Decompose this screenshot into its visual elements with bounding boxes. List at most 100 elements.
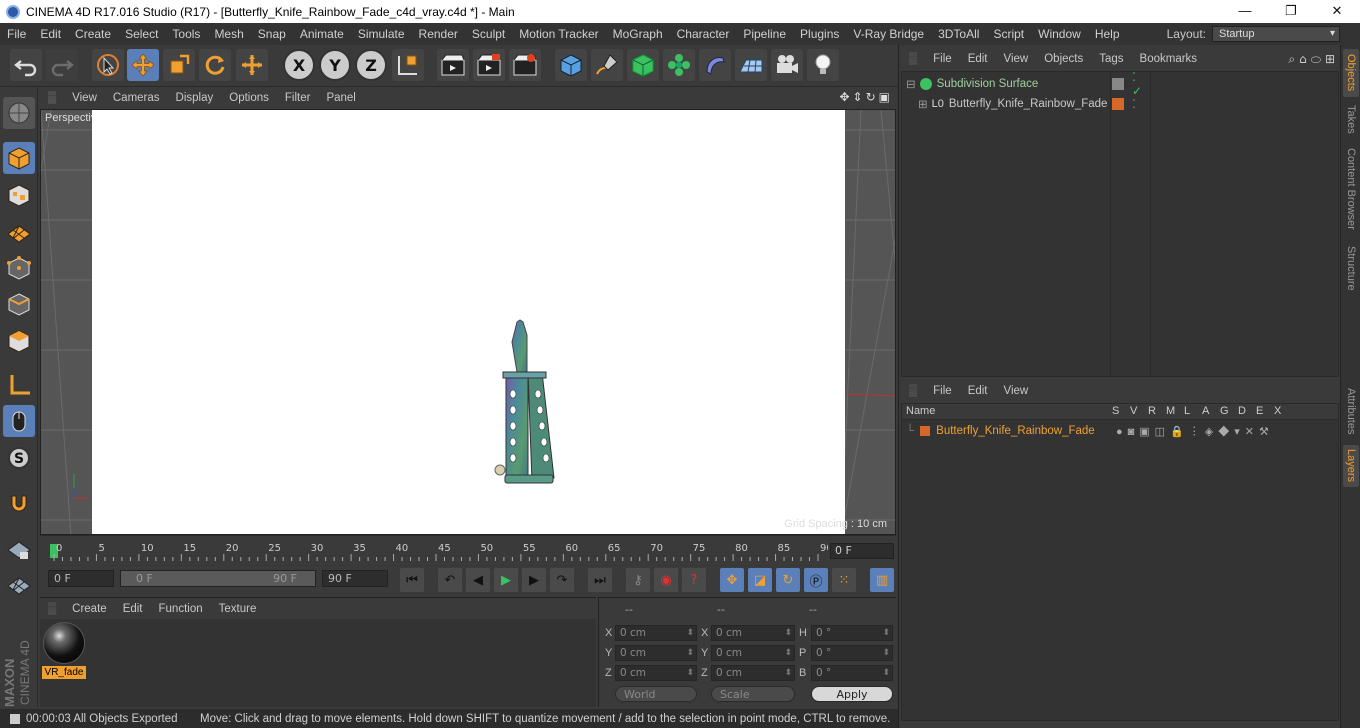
collapse-icon[interactable]: ⊟ <box>906 77 916 91</box>
material-name[interactable]: VR_fade <box>42 666 86 679</box>
play-button[interactable]: ▶ <box>494 568 518 592</box>
enabled-check-icon[interactable]: ⁚✓ <box>1132 70 1142 98</box>
key-pla-button[interactable]: ⁙ <box>832 568 856 592</box>
texture-mode-button[interactable] <box>3 179 35 211</box>
layout-select[interactable]: Startup <box>1212 26 1340 42</box>
col-deformers[interactable]: D <box>1238 405 1246 417</box>
start-frame-field[interactable]: 0 F <box>48 570 114 587</box>
minimize-button[interactable]: — <box>1222 0 1268 23</box>
scale-tool-button[interactable] <box>163 49 195 81</box>
col-animation[interactable]: A <box>1202 405 1209 417</box>
layer-menu-file[interactable]: File <box>925 385 960 397</box>
tab-content-browser[interactable]: Content Browser <box>1343 145 1359 233</box>
layer-toggle-icons[interactable]: ●◙▣◫🔒︙◈◆▾✕⚒ <box>1116 423 1274 439</box>
menu-pipeline[interactable]: Pipeline <box>736 23 793 45</box>
move-tool-button[interactable] <box>127 49 159 81</box>
viewport-move-icon[interactable]: ✥ <box>839 90 849 104</box>
col-solo[interactable]: S <box>1112 405 1119 417</box>
pos-x-field[interactable]: 0 cm <box>615 625 697 641</box>
rot-h-field[interactable]: 0 ° <box>811 625 893 641</box>
key-rotation-button[interactable]: ↻ <box>776 568 800 592</box>
layer-color-swatch[interactable] <box>1112 98 1124 110</box>
go-to-end-button[interactable]: ⏭ <box>588 568 612 592</box>
col-name[interactable]: Name <box>906 405 935 417</box>
menu-help[interactable]: Help <box>1088 23 1127 45</box>
size-mode-dropdown[interactable]: Scale <box>711 686 795 702</box>
viewport-menu-view[interactable]: View <box>64 92 105 104</box>
viewport-menu-options[interactable]: Options <box>221 92 277 104</box>
size-x-field[interactable]: 0 cm <box>711 625 795 641</box>
z-axis-button[interactable]: Z <box>355 49 387 81</box>
menu-motion-tracker[interactable]: Motion Tracker <box>512 23 605 45</box>
layer-name[interactable]: Butterfly_Knife_Rainbow_Fade <box>936 425 1095 437</box>
size-y-field[interactable]: 0 cm <box>711 645 795 661</box>
material-thumbnail[interactable] <box>43 622 85 664</box>
apply-button[interactable]: Apply <box>811 686 893 702</box>
object-row-knife[interactable]: ⊞ L0 Butterfly_Knife_Rainbow_Fade ⁚ <box>918 94 1136 114</box>
material-menu-create[interactable]: Create <box>64 603 115 615</box>
y-axis-button[interactable]: Y <box>319 49 351 81</box>
tweak-mode-button[interactable] <box>3 405 35 437</box>
render-to-picture-viewer-button[interactable] <box>473 49 505 81</box>
cloner-button[interactable] <box>663 49 695 81</box>
object-menu-edit[interactable]: Edit <box>960 53 996 65</box>
object-row-subdivision[interactable]: ⊟ Subdivision Surface ⁚✓ <box>906 70 1142 98</box>
previous-frame-button[interactable]: ◀ <box>466 568 490 592</box>
col-xrefs[interactable]: X <box>1274 405 1281 417</box>
menu-sculpt[interactable]: Sculpt <box>465 23 512 45</box>
edges-mode-button[interactable] <box>3 288 35 320</box>
workplane-mode-button[interactable] <box>3 215 35 247</box>
pos-z-field[interactable]: 0 cm <box>615 665 697 681</box>
menu-character[interactable]: Character <box>670 23 737 45</box>
keyframe-selection-button[interactable]: ? <box>682 568 706 592</box>
col-locked[interactable]: L <box>1184 405 1190 417</box>
viewport-menu-filter[interactable]: Filter <box>277 92 319 104</box>
key-parameter-button[interactable]: Ⓟ <box>804 568 828 592</box>
visibility-toggle[interactable] <box>1112 78 1124 90</box>
col-manager[interactable]: M <box>1166 405 1175 417</box>
deformer-button[interactable] <box>699 49 731 81</box>
menu-tools[interactable]: Tools <box>165 23 207 45</box>
menu-file[interactable]: File <box>0 23 33 45</box>
menu-render[interactable]: Render <box>412 23 465 45</box>
previous-key-button[interactable]: ↶ <box>438 568 462 592</box>
3d-viewport[interactable]: Perspective Grid Spacing: 10 cm <box>40 109 896 535</box>
col-visible[interactable]: V <box>1130 405 1137 417</box>
snap-button[interactable] <box>3 487 35 519</box>
viewport-rotate-icon[interactable]: ↻ <box>866 90 876 104</box>
end-frame-field[interactable]: 90 F <box>322 570 388 587</box>
enable-axis-button[interactable] <box>3 369 35 401</box>
points-mode-button[interactable] <box>3 252 35 284</box>
material-menu-texture[interactable]: Texture <box>211 603 265 615</box>
record-keys-button[interactable]: ⚷ <box>626 568 650 592</box>
material-menu-function[interactable]: Function <box>151 603 211 615</box>
maximize-button[interactable]: ❐ <box>1268 0 1314 23</box>
next-key-button[interactable]: ↷ <box>550 568 574 592</box>
object-manager-search-icon[interactable]: ⌕⌂⬭⊞ <box>1288 52 1339 67</box>
visibility-dots-icon[interactable]: ⁚ <box>1132 97 1136 111</box>
rotate-tool-button[interactable] <box>199 49 231 81</box>
object-menu-bookmarks[interactable]: Bookmarks <box>1132 53 1206 65</box>
menu-select[interactable]: Select <box>118 23 165 45</box>
menu-simulate[interactable]: Simulate <box>351 23 412 45</box>
undo-button[interactable] <box>10 49 42 81</box>
coordinate-space-dropdown[interactable]: World <box>615 686 697 702</box>
menu-animate[interactable]: Animate <box>293 23 351 45</box>
size-z-field[interactable]: 0 cm <box>711 665 795 681</box>
floor-button[interactable] <box>735 49 767 81</box>
frame-range-slider[interactable]: 0 F 90 F <box>120 570 316 587</box>
close-button[interactable]: ✕ <box>1314 0 1360 23</box>
layer-row-knife[interactable]: └ Butterfly_Knife_Rainbow_Fade ●◙▣◫🔒︙◈◆▾… <box>906 421 1269 441</box>
pos-y-field[interactable]: 0 cm <box>615 645 697 661</box>
tab-layers[interactable]: Layers <box>1343 445 1359 487</box>
redo-button[interactable] <box>46 49 78 81</box>
material-menu-edit[interactable]: Edit <box>115 603 151 615</box>
cube-object-button[interactable] <box>555 49 587 81</box>
frame-ruler[interactable]: 0 5 10 15 20 25 30 35 40 45 50 55 60 65 70 75 80 85 90 <box>48 542 828 562</box>
col-generators[interactable]: G <box>1220 405 1229 417</box>
recent-tool-button[interactable] <box>236 49 268 81</box>
col-expressions[interactable]: E <box>1256 405 1263 417</box>
autokeying-button[interactable]: ◉ <box>654 568 678 592</box>
butterfly-knife-model[interactable] <box>92 110 845 534</box>
camera-button[interactable] <box>771 49 803 81</box>
